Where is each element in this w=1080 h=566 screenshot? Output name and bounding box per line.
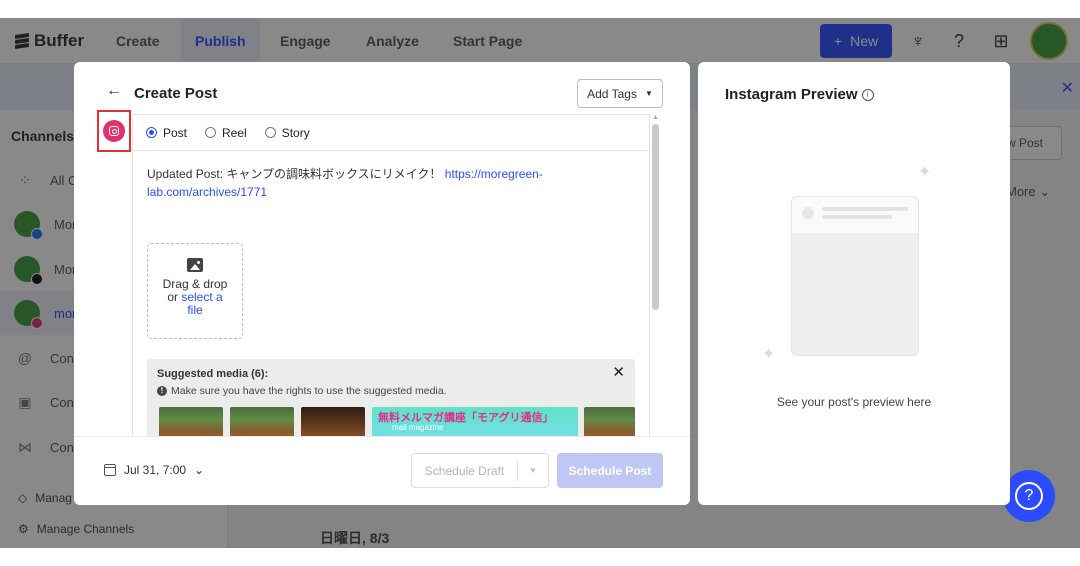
image-icon — [187, 258, 203, 272]
sparkle-icon: ✦ — [918, 164, 932, 181]
dialog-header: ← Create Post Add Tags ▼ — [74, 62, 690, 114]
add-tags-button[interactable]: Add Tags ▼ — [577, 79, 663, 108]
placeholder-line — [822, 215, 892, 219]
info-icon[interactable]: i — [861, 88, 874, 101]
post-type-story[interactable]: Story — [264, 126, 310, 140]
caret-down-icon[interactable]: ▼ — [518, 466, 548, 475]
placeholder-avatar — [802, 207, 814, 219]
instagram-preview-panel: Instagram Preview i ✦ ✦ See your post's … — [698, 62, 1010, 505]
media-dropzone[interactable]: Drag & drop or select a file — [147, 243, 243, 339]
dialog-title: Create Post — [134, 85, 218, 102]
post-type-selector: Post Reel Story — [133, 115, 649, 151]
chevron-down-icon: ⌄ — [194, 463, 205, 477]
radio-unchecked[interactable] — [205, 127, 217, 138]
channel-selector[interactable] — [97, 110, 131, 152]
help-chat-button[interactable]: ? — [1003, 470, 1055, 522]
suggested-media-panel: Suggested media (6): ! Make sure you hav… — [147, 359, 635, 444]
suggested-media-title: Suggested media (6): — [157, 368, 269, 380]
radio-checked[interactable] — [146, 127, 157, 138]
post-text-area[interactable]: Updated Post: キャンプの調味料ボックスにリメイク！ https:/… — [147, 165, 567, 201]
question-icon: ? — [1015, 482, 1043, 510]
select-file-link[interactable]: select a — [181, 290, 222, 304]
instagram-icon — [103, 120, 125, 142]
placeholder-line — [822, 207, 908, 211]
post-link[interactable]: https://moregreen- — [445, 167, 543, 181]
dialog-footer: Jul 31, 7:00 ⌄ Schedule Draft ▼ Schedule… — [74, 436, 690, 505]
radio-unchecked[interactable] — [264, 127, 276, 138]
post-type-reel[interactable]: Reel — [205, 126, 247, 140]
placeholder-header — [792, 197, 918, 233]
alert-icon: ! — [157, 386, 167, 396]
schedule-post-button[interactable]: Schedule Post — [557, 453, 663, 488]
sparkle-icon: ✦ — [762, 346, 776, 363]
close-icon[interactable]: ✕ — [612, 363, 625, 381]
calendar-icon — [104, 464, 116, 476]
post-link-cont[interactable]: lab.com/archives/1771 — [147, 185, 267, 199]
preview-placeholder-card — [791, 196, 919, 356]
caret-down-icon: ▼ — [644, 89, 653, 98]
preview-caption: See your post's preview here — [776, 395, 932, 409]
create-post-dialog: ← Create Post Add Tags ▼ Post Reel Story — [74, 62, 690, 505]
editor-scrollbar[interactable] — [652, 124, 659, 310]
post-editor: Post Reel Story Updated Post: キャンプの調味料ボッ… — [132, 114, 650, 444]
preview-title: Instagram Preview i — [725, 86, 874, 103]
rights-notice: ! Make sure you have the rights to use t… — [157, 385, 447, 397]
scroll-up-arrow-icon[interactable]: ▲ — [652, 114, 659, 121]
back-arrow-icon[interactable]: ← — [106, 82, 122, 100]
schedule-draft-button[interactable]: Schedule Draft ▼ — [411, 453, 549, 488]
post-type-post[interactable]: Post — [146, 126, 187, 140]
schedule-date-picker[interactable]: Jul 31, 7:00 ⌄ — [104, 463, 204, 477]
